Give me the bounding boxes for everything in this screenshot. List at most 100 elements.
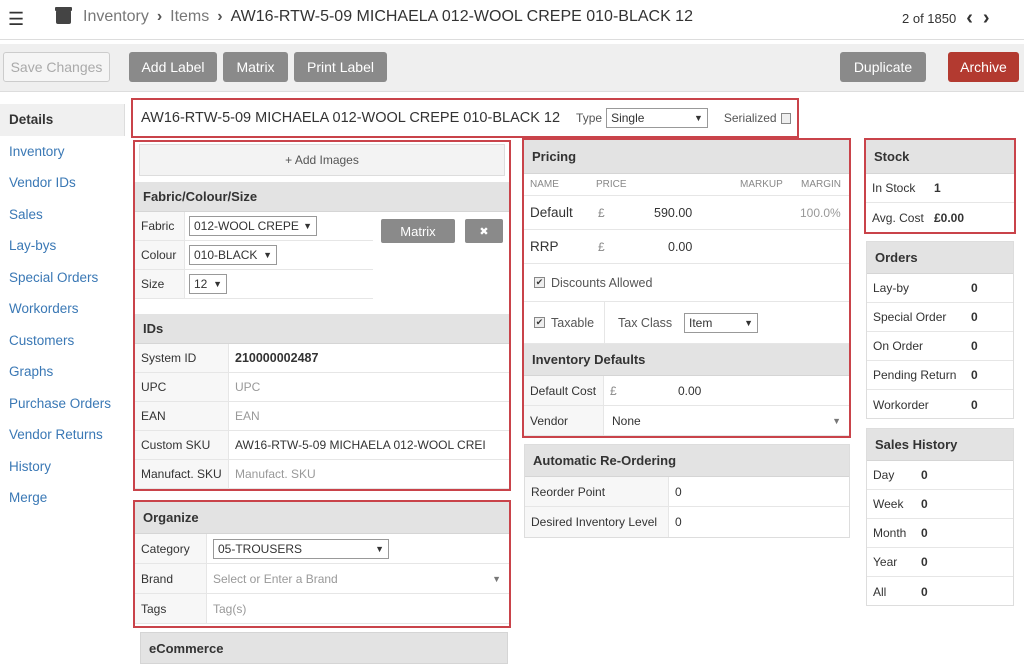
breadcrumb: Inventory › Items › AW16-RTW-5-09 MICHAE… bbox=[55, 7, 693, 26]
size-select[interactable]: 12 ▼ bbox=[189, 274, 227, 294]
category-select[interactable]: 05-TROUSERS ▼ bbox=[213, 538, 389, 559]
add-label-button[interactable]: Add Label bbox=[129, 52, 217, 82]
breadcrumb-separator-icon: › bbox=[217, 8, 223, 25]
size-label: Size bbox=[135, 270, 185, 298]
order-row-label: Lay-by bbox=[873, 281, 910, 295]
serialized-checkbox[interactable] bbox=[780, 112, 791, 124]
chevron-down-icon[interactable]: ▼ bbox=[492, 574, 501, 584]
order-row-label: On Order bbox=[873, 339, 924, 353]
default-cost-label: Default Cost bbox=[524, 376, 604, 405]
default-price-label: Default bbox=[530, 205, 573, 220]
archive-button[interactable]: Archive bbox=[948, 52, 1019, 82]
rrp-price-label: RRP bbox=[530, 239, 559, 254]
pricing-panel: Pricing NAME PRICE MARKUP MARGIN Default… bbox=[522, 138, 851, 438]
type-label: Type bbox=[576, 111, 603, 125]
sidebar-item-history[interactable]: History bbox=[0, 451, 125, 483]
sidebar-item-vendor-returns[interactable]: Vendor Returns bbox=[0, 419, 125, 451]
chevron-down-icon: ▼ bbox=[744, 317, 753, 328]
breadcrumb-separator-icon: › bbox=[156, 8, 163, 25]
sidebar-item-merge[interactable]: Merge bbox=[0, 482, 125, 514]
breadcrumb-items[interactable]: Items bbox=[170, 8, 209, 26]
fabric-select-value: 012-WOOL CREPE bbox=[194, 219, 299, 233]
price-row-default: Default £ 590.00 100.0% bbox=[524, 196, 849, 230]
discounts-row: ✔ Discounts Allowed bbox=[524, 264, 849, 302]
sidebar-item-special-orders[interactable]: Special Orders bbox=[0, 262, 125, 294]
reorder-point-input[interactable]: 0 bbox=[669, 485, 682, 499]
fcs-section: Fabric 012-WOOL CREPE ▼ Colour 010-BLACK ▼… bbox=[135, 212, 509, 308]
sidebar-item-sales[interactable]: Sales bbox=[0, 199, 125, 231]
custom-sku-label: Custom SKU bbox=[135, 431, 229, 459]
default-price-input[interactable]: 590.00 bbox=[654, 206, 692, 220]
chevron-down-icon: ▼ bbox=[213, 279, 222, 289]
item-title-row: AW16-RTW-5-09 MICHAELA 012-WOOL CREPE 01… bbox=[131, 98, 799, 138]
fabric-select[interactable]: 012-WOOL CREPE ▼ bbox=[189, 216, 317, 236]
sidebar-item-vendor-ids[interactable]: Vendor IDs bbox=[0, 167, 125, 199]
desired-level-label: Desired Inventory Level bbox=[525, 507, 669, 537]
duplicate-button[interactable]: Duplicate bbox=[840, 52, 926, 82]
brand-input[interactable]: Select or Enter a Brand bbox=[207, 572, 492, 586]
hamburger-menu-icon[interactable]: ☰ bbox=[8, 9, 24, 30]
sidebar-item-lay-bys[interactable]: Lay-bys bbox=[0, 230, 125, 262]
custom-sku-input[interactable]: AW16-RTW-5-09 MICHAELA 012-WOOL CREI bbox=[229, 438, 501, 452]
vendor-row: Vendor None ▼ bbox=[524, 406, 849, 436]
rrp-price-input[interactable]: 0.00 bbox=[668, 240, 692, 254]
tags-input[interactable]: Tag(s) bbox=[207, 602, 246, 616]
order-row-value: 0 bbox=[971, 368, 978, 382]
default-margin-value: 100.0% bbox=[800, 205, 841, 220]
sidebar-item-inventory[interactable]: Inventory bbox=[0, 136, 125, 168]
discounts-label: Discounts Allowed bbox=[551, 275, 653, 290]
sales-history-panel: Sales History Day 0 Week 0 Month 0 Year 0 Al… bbox=[866, 428, 1014, 606]
type-select[interactable]: Single ▼ bbox=[606, 108, 708, 128]
sidebar-item-workorders[interactable]: Workorders bbox=[0, 293, 125, 325]
col-price: PRICE bbox=[596, 179, 627, 190]
reorder-panel: Automatic Re-Ordering Reorder Point 0 Des… bbox=[524, 444, 850, 538]
matrix-button[interactable]: Matrix bbox=[223, 52, 288, 82]
breadcrumb-inventory[interactable]: Inventory bbox=[83, 8, 149, 26]
inventory-defaults-header: Inventory Defaults bbox=[524, 344, 849, 376]
discounts-checkbox[interactable]: ✔ bbox=[534, 277, 545, 288]
colour-select[interactable]: 010-BLACK ▼ bbox=[189, 245, 277, 265]
brand-label: Brand bbox=[135, 564, 207, 593]
fcs-matrix-button[interactable]: Matrix bbox=[381, 219, 455, 243]
sales-row-value: 0 bbox=[921, 497, 928, 511]
desired-level-input[interactable]: 0 bbox=[669, 515, 682, 529]
pager-count: 2 of 1850 bbox=[902, 10, 957, 26]
order-row-label: Special Order bbox=[873, 310, 947, 324]
default-cost-input[interactable]: 0.00 bbox=[678, 384, 701, 398]
sidebar-item-details[interactable]: Details bbox=[0, 104, 125, 136]
previous-record-icon[interactable]: ‹ bbox=[966, 8, 973, 28]
sales-row-label: All bbox=[873, 584, 887, 599]
breadcrumb-current: AW16-RTW-5-09 MICHAELA 012-WOOL CREPE 01… bbox=[230, 8, 693, 25]
next-record-icon[interactable]: › bbox=[983, 8, 990, 28]
save-changes-button[interactable]: Save Changes bbox=[3, 52, 110, 82]
top-bar: ☰ Inventory › Items › AW16-RTW-5-09 MICH… bbox=[0, 0, 1024, 40]
taxable-checkbox[interactable]: ✔ bbox=[534, 317, 545, 328]
col-name: NAME bbox=[530, 179, 559, 190]
item-title: AW16-RTW-5-09 MICHAELA 012-WOOL CREPE 01… bbox=[141, 110, 561, 126]
fcs-header: Fabric/Colour/Size bbox=[135, 182, 509, 212]
tax-class-label: Tax Class bbox=[618, 315, 673, 330]
inventory-box-icon bbox=[55, 7, 72, 24]
tax-class-select[interactable]: Item ▼ bbox=[684, 312, 758, 333]
ean-input[interactable]: EAN bbox=[229, 409, 260, 423]
category-label: Category bbox=[135, 534, 207, 563]
add-images-button[interactable]: + Add Images bbox=[139, 144, 505, 176]
size-select-value: 12 bbox=[194, 277, 208, 291]
sales-row-label: Day bbox=[873, 468, 895, 482]
order-row-value: 0 bbox=[971, 281, 978, 295]
price-row-rrp: RRP £ 0.00 bbox=[524, 230, 849, 264]
sales-row-label: Month bbox=[873, 526, 907, 540]
print-label-button[interactable]: Print Label bbox=[294, 52, 387, 82]
chevron-down-icon[interactable]: ▼ bbox=[832, 416, 841, 426]
remove-icon[interactable]: ✖ bbox=[465, 219, 503, 243]
upc-input[interactable]: UPC bbox=[229, 380, 260, 394]
sidebar-item-customers[interactable]: Customers bbox=[0, 325, 125, 357]
upc-label: UPC bbox=[135, 373, 229, 401]
ecommerce-header[interactable]: eCommerce bbox=[140, 632, 508, 664]
sidebar-item-graphs[interactable]: Graphs bbox=[0, 356, 125, 388]
manufact-sku-input[interactable]: Manufact. SKU bbox=[229, 467, 316, 481]
vendor-select[interactable]: None bbox=[612, 414, 641, 428]
order-row-label: Pending Return bbox=[873, 368, 957, 382]
tax-class-select-value: Item bbox=[689, 315, 713, 330]
sidebar-item-purchase-orders[interactable]: Purchase Orders bbox=[0, 388, 125, 420]
